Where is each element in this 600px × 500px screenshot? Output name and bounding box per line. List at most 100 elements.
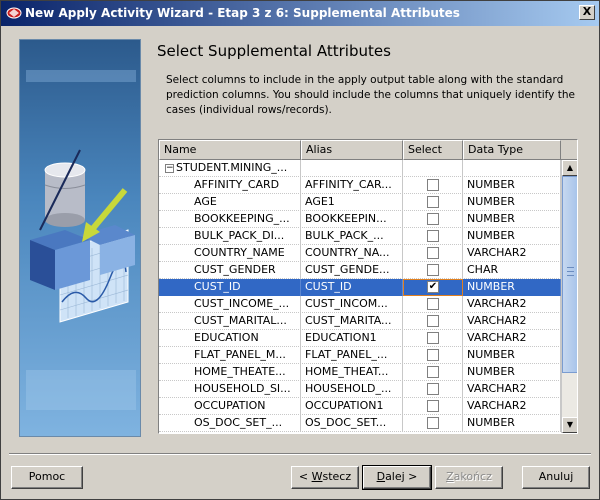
finish-button[interactable]: Zakończ <box>435 466 503 489</box>
alias-cell[interactable]: OS_DOC_SET... <box>301 415 403 432</box>
grip-icon <box>567 267 574 276</box>
data-type-cell: VARCHAR2 <box>463 381 561 398</box>
alias-cell[interactable]: CUST_MARITA... <box>301 313 403 330</box>
scroll-thumb[interactable] <box>562 176 577 373</box>
group-type-cell <box>463 160 561 177</box>
alias-cell[interactable]: CUST_GENDE... <box>301 262 403 279</box>
checkbox[interactable] <box>427 213 439 225</box>
button-separator <box>9 453 591 455</box>
back-prefix: < <box>298 470 312 483</box>
name-cell: BOOKKEEPING_... <box>159 211 301 228</box>
table-row[interactable]: HOUSEHOLD_SI... HOUSEHOLD_... VARCHAR2 <box>159 381 561 398</box>
alias-cell[interactable]: BULK_PACK_... <box>301 228 403 245</box>
table-row[interactable]: OS_DOC_SET_... OS_DOC_SET... NUMBER <box>159 415 561 432</box>
column-header-name[interactable]: Name <box>159 140 301 160</box>
table-row[interactable]: OCCUPATION OCCUPATION1 VARCHAR2 <box>159 398 561 415</box>
column-header-data-type[interactable]: Data Type <box>463 140 561 160</box>
checkbox[interactable] <box>427 179 439 191</box>
data-type-cell: VARCHAR2 <box>463 296 561 313</box>
header-corner <box>561 140 577 160</box>
side-illustration <box>19 39 141 437</box>
column-header-alias[interactable]: Alias <box>301 140 403 160</box>
data-type-cell: NUMBER <box>463 177 561 194</box>
select-cell <box>403 364 463 381</box>
table-row[interactable]: AGE AGE1 NUMBER <box>159 194 561 211</box>
alias-cell[interactable]: CUST_INCOM... <box>301 296 403 313</box>
page-description: Select columns to include in the apply o… <box>166 74 575 116</box>
data-type-cell: VARCHAR2 <box>463 245 561 262</box>
attributes-table: Name Alias Select Data Type − STUDENT.MIN… <box>158 139 578 434</box>
select-cell <box>403 228 463 245</box>
collapse-icon[interactable]: − <box>165 163 174 173</box>
table-row[interactable]: BULK_PACK_DI... BULK_PACK_... NUMBER <box>159 228 561 245</box>
checkbox[interactable] <box>427 366 439 378</box>
cancel-button[interactable]: Anuluj <box>522 466 590 489</box>
table-row[interactable]: CUST_INCOME_... CUST_INCOM... VARCHAR2 <box>159 296 561 313</box>
next-button[interactable]: Dalej > <box>362 465 432 490</box>
help-button[interactable]: Pomoc <box>11 466 83 489</box>
alias-cell[interactable]: FLAT_PANEL_... <box>301 347 403 364</box>
table-row[interactable]: EDUCATION EDUCATION1 VARCHAR2 <box>159 330 561 347</box>
table-row[interactable]: HOME_THEATE... HOME_THEAT... NUMBER <box>159 364 561 381</box>
finish-mnemonic: Z <box>446 470 454 483</box>
table-row[interactable]: AFFINITY_CARD AFFINITY_CAR... NUMBER <box>159 177 561 194</box>
data-type-cell: NUMBER <box>463 228 561 245</box>
alias-cell[interactable]: HOME_THEAT... <box>301 364 403 381</box>
back-button[interactable]: < Wstecz <box>291 466 359 489</box>
name-cell: OS_DOC_SET_... <box>159 415 301 432</box>
name-cell: CUST_INCOME_... <box>159 296 301 313</box>
alias-cell[interactable]: OCCUPATION1 <box>301 398 403 415</box>
checkbox[interactable] <box>427 264 439 276</box>
wizard-window: New Apply Activity Wizard - Etap 3 z 6: … <box>0 0 600 500</box>
back-mnemonic: W <box>311 470 323 483</box>
table-row[interactable]: CUST_MARITAL... CUST_MARITA... VARCHAR2 <box>159 313 561 330</box>
checkbox[interactable] <box>427 349 439 361</box>
column-header-select[interactable]: Select <box>403 140 463 160</box>
scroll-up-icon[interactable]: ▲ <box>562 160 577 176</box>
table-row[interactable]: BOOKKEEPING_... BOOKKEEPIN... NUMBER <box>159 211 561 228</box>
name-cell: FLAT_PANEL_M... <box>159 347 301 364</box>
next-label-rest: alej > <box>385 470 418 483</box>
table-row[interactable]: CUST_GENDER CUST_GENDE... CHAR <box>159 262 561 279</box>
scroll-down-icon[interactable]: ▼ <box>562 417 577 433</box>
group-name-cell: − STUDENT.MINING_... <box>159 160 301 177</box>
select-cell <box>403 398 463 415</box>
table-row[interactable]: CUST_ID CUST_ID ✔ NUMBER <box>159 279 561 296</box>
name-cell: EDUCATION <box>159 330 301 347</box>
checkbox[interactable] <box>427 196 439 208</box>
select-cell <box>403 415 463 432</box>
vertical-scrollbar[interactable]: ▲ ▼ <box>561 160 577 433</box>
title-bar[interactable]: New Apply Activity Wizard - Etap 3 z 6: … <box>1 1 599 26</box>
select-cell <box>403 177 463 194</box>
table-group-row[interactable]: − STUDENT.MINING_... <box>159 160 561 177</box>
checkbox[interactable] <box>427 230 439 242</box>
alias-cell[interactable]: AFFINITY_CAR... <box>301 177 403 194</box>
alias-cell[interactable]: AGE1 <box>301 194 403 211</box>
checkbox[interactable] <box>427 247 439 259</box>
table-row[interactable]: COUNTRY_NAME COUNTRY_NA... VARCHAR2 <box>159 245 561 262</box>
checkbox[interactable] <box>427 383 439 395</box>
alias-cell[interactable]: COUNTRY_NA... <box>301 245 403 262</box>
alias-cell[interactable]: EDUCATION1 <box>301 330 403 347</box>
select-cell <box>403 211 463 228</box>
close-button[interactable]: X <box>579 5 595 20</box>
data-type-cell: NUMBER <box>463 347 561 364</box>
checkbox[interactable] <box>427 400 439 412</box>
table-row[interactable]: FLAT_PANEL_M... FLAT_PANEL_... NUMBER <box>159 347 561 364</box>
group-select-cell <box>403 160 463 177</box>
checkbox[interactable] <box>427 417 439 429</box>
checkbox[interactable] <box>427 332 439 344</box>
checkbox-checked[interactable]: ✔ <box>427 281 439 293</box>
select-cell: ✔ <box>403 279 463 296</box>
name-cell: COUNTRY_NAME <box>159 245 301 262</box>
data-type-cell: NUMBER <box>463 194 561 211</box>
alias-cell[interactable]: CUST_ID <box>301 279 403 296</box>
finish-label-rest: akończ <box>453 470 492 483</box>
back-label-rest: stecz <box>322 470 352 483</box>
select-cell <box>403 347 463 364</box>
checkbox[interactable] <box>427 315 439 327</box>
alias-cell[interactable]: BOOKKEEPIN... <box>301 211 403 228</box>
checkbox[interactable] <box>427 298 439 310</box>
alias-cell[interactable]: HOUSEHOLD_... <box>301 381 403 398</box>
name-cell: HOME_THEATE... <box>159 364 301 381</box>
